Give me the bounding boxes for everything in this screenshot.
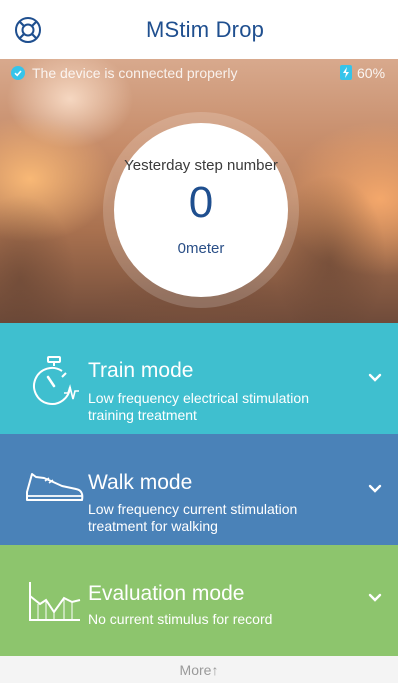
train-mode-title: Train mode [88, 359, 194, 382]
evaluation-mode-title: Evaluation mode [88, 582, 245, 605]
app-title: MStim Drop [145, 16, 265, 42]
evaluation-mode-description: No current stimulus for record [88, 611, 273, 627]
train-mode-description: Low frequency electrical stimulation tra… [88, 390, 309, 423]
step-counter-label: Yesterday step number [124, 157, 278, 174]
stopwatch-icon [33, 356, 79, 405]
connection-status-text: The device is connected properly [32, 65, 238, 81]
battery-charging-icon [340, 65, 352, 80]
hero-banner: The device is connected properly 60% Yes… [0, 59, 398, 323]
step-counter-circle: Yesterday step number 0 0meter [114, 123, 288, 297]
chevron-down-icon[interactable] [366, 482, 384, 496]
walk-mode-description: Low frequency current stimulation treatm… [88, 501, 298, 534]
app-screen: MStim Drop The device is connected prope… [0, 0, 398, 683]
step-distance-value: 0meter [177, 240, 225, 257]
lifebuoy-help-icon[interactable] [14, 16, 42, 44]
battery-level-text: 60% [357, 65, 386, 81]
chevron-down-icon[interactable] [366, 371, 384, 385]
evaluation-mode-panel[interactable]: Evaluation mode No current stimulus for … [0, 545, 398, 656]
shoe-icon [26, 473, 84, 501]
app-header: MStim Drop [0, 0, 398, 59]
walk-mode-panel[interactable]: Walk mode Low frequency current stimulat… [0, 434, 398, 545]
train-mode-panel[interactable]: Train mode Low frequency electrical stim… [0, 323, 398, 434]
more-button[interactable]: More↑ [0, 656, 398, 683]
device-status-row: The device is connected properly 60% [0, 59, 398, 87]
check-circle-icon [11, 66, 25, 80]
chevron-down-icon[interactable] [366, 591, 384, 605]
line-chart-icon [29, 582, 81, 621]
walk-mode-title: Walk mode [88, 471, 193, 494]
step-counter-value: 0 [188, 178, 214, 227]
